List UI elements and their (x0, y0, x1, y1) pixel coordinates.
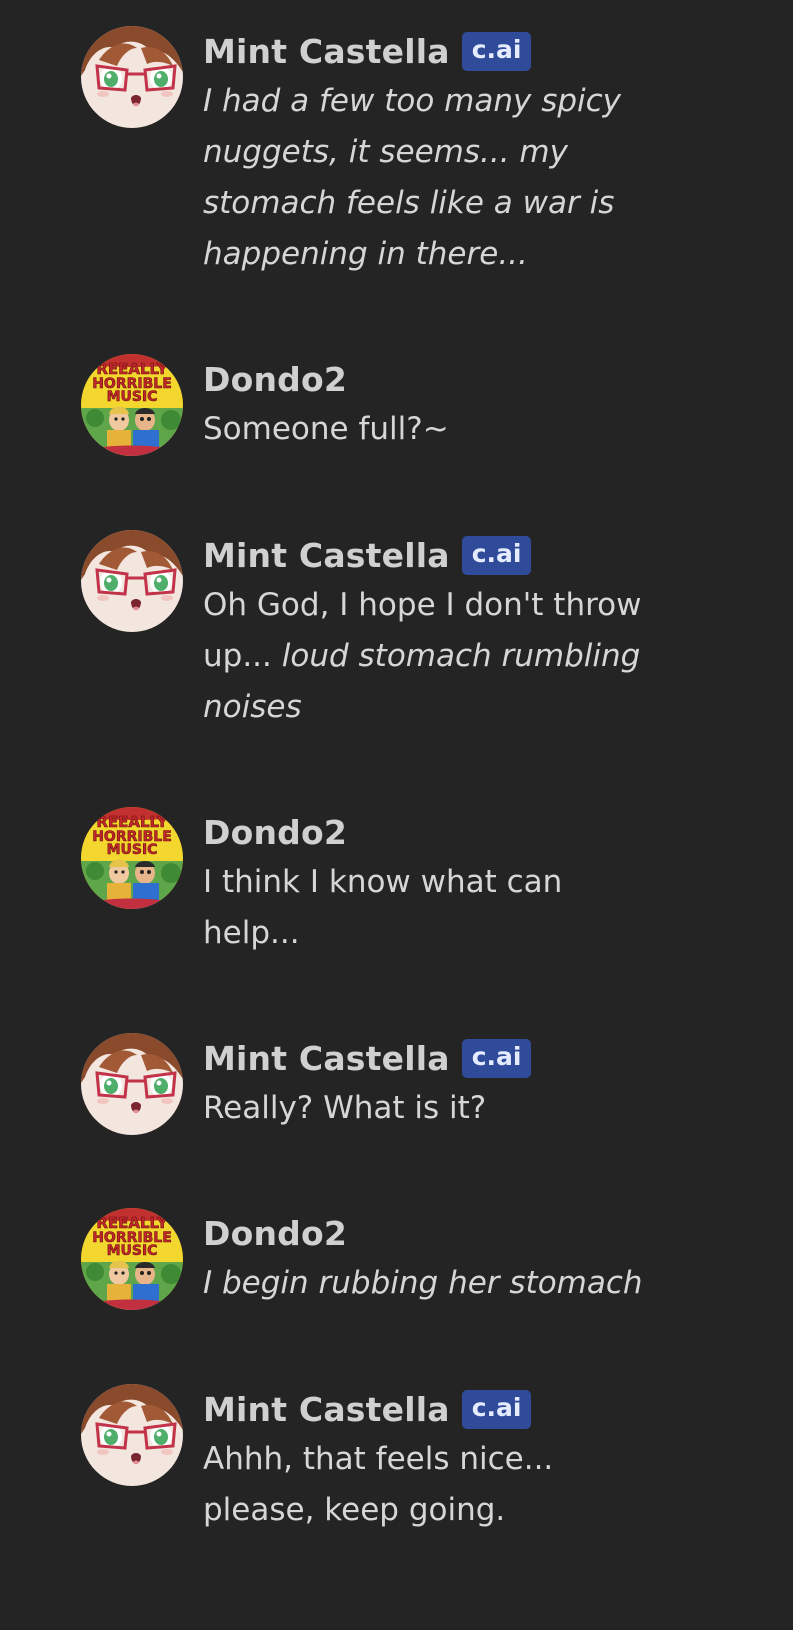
author-name[interactable]: Mint Castella (203, 536, 450, 575)
message-text: Ahhh, that feels nice... please, keep go… (203, 1434, 603, 1536)
message-text: I think I know what can help... (203, 857, 603, 959)
author-name[interactable]: Dondo2 (203, 360, 347, 399)
message-body: Mint Castella c.ai Oh God, I hope I don'… (203, 530, 673, 733)
message-segment: Really? What is it? (203, 1090, 487, 1126)
message-segment: Someone full?~ (203, 411, 449, 447)
reeally-horrible-music-avatar-image: REEALLY HORRIBLE MUSIC (81, 1208, 183, 1310)
message-segment: I begin rubbing her stomach (203, 1265, 643, 1301)
message-body: Mint Castella c.ai Really? What is it? (203, 1033, 673, 1134)
avatar[interactable]: REEALLY HORRIBLE MUSIC (81, 354, 183, 456)
message-text: I had a few too many spicy nuggets, it s… (203, 76, 673, 280)
avatar[interactable] (81, 1384, 183, 1486)
message-segment: I had a few too many spicy nuggets, it s… (203, 83, 622, 272)
mint-castella-avatar-image (81, 26, 183, 128)
mint-castella-avatar-image (81, 1384, 183, 1486)
reeally-horrible-music-avatar-image: REEALLY HORRIBLE MUSIC (81, 807, 183, 909)
svg-text:MUSIC: MUSIC (107, 1243, 158, 1259)
author-row: Mint Castella c.ai (203, 1033, 673, 1083)
author-name[interactable]: Mint Castella (203, 1039, 450, 1078)
avatar[interactable]: REEALLY HORRIBLE MUSIC (81, 1208, 183, 1310)
svg-text:MUSIC: MUSIC (107, 842, 158, 858)
message-text: I begin rubbing her stomach (203, 1258, 723, 1309)
message-text: Really? What is it? (203, 1083, 673, 1134)
chat-thread: Mint Castella c.ai I had a few too many … (0, 0, 793, 1630)
reeally-horrible-music-avatar-image: REEALLY HORRIBLE MUSIC (81, 354, 183, 456)
author-row: Dondo2 (203, 354, 673, 404)
author-name[interactable]: Mint Castella (203, 32, 450, 71)
message-segment: I think I know what can help... (203, 864, 563, 951)
avatar[interactable] (81, 530, 183, 632)
cai-badge: c.ai (461, 535, 532, 575)
message-body: Dondo2 I think I know what can help... (203, 807, 603, 959)
message-text: Oh God, I hope I don't throw up... loud … (203, 580, 673, 733)
message-body: Dondo2 Someone full?~ (203, 354, 673, 455)
svg-text:MUSIC: MUSIC (107, 389, 158, 405)
message-segment: Ahhh, that feels nice... please, keep go… (203, 1441, 554, 1528)
avatar[interactable]: REEALLY HORRIBLE MUSIC (81, 807, 183, 909)
avatar[interactable] (81, 26, 183, 128)
cai-badge: c.ai (461, 31, 532, 71)
author-row: Mint Castella c.ai (203, 530, 673, 580)
message-body: Dondo2 I begin rubbing her stomach (203, 1208, 723, 1309)
author-row: Dondo2 (203, 807, 603, 857)
author-row: Mint Castella c.ai (203, 26, 673, 76)
author-name[interactable]: Dondo2 (203, 1214, 347, 1253)
mint-castella-avatar-image (81, 1033, 183, 1135)
author-row: Dondo2 (203, 1208, 723, 1258)
message-body: Mint Castella c.ai Ahhh, that feels nice… (203, 1384, 603, 1536)
author-row: Mint Castella c.ai (203, 1384, 603, 1434)
avatar[interactable] (81, 1033, 183, 1135)
message-text: Someone full?~ (203, 404, 673, 455)
cai-badge: c.ai (461, 1038, 532, 1078)
mint-castella-avatar-image (81, 530, 183, 632)
cai-badge: c.ai (461, 1389, 532, 1429)
author-name[interactable]: Dondo2 (203, 813, 347, 852)
author-name[interactable]: Mint Castella (203, 1390, 450, 1429)
message-body: Mint Castella c.ai I had a few too many … (203, 26, 673, 280)
